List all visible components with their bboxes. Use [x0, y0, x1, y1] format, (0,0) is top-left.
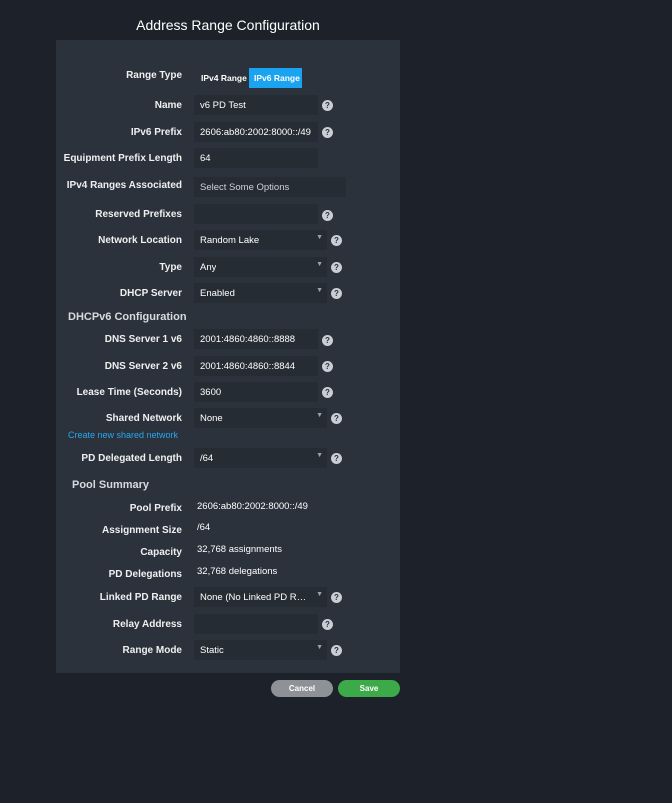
shared-network-label: Shared Network [105, 413, 182, 424]
chevron-down-icon: ▼ [316, 644, 323, 651]
ipv6-prefix-help-icon[interactable]: ? [322, 127, 333, 138]
dhcp-server-help-icon[interactable]: ? [331, 288, 342, 299]
dns-server-2-input[interactable]: 2001:4860:4860::8844 [194, 356, 318, 376]
chevron-down-icon: ▼ [316, 287, 323, 294]
pool-prefix-value: 2606:ab80:2002:8000::/49 [197, 501, 308, 512]
cancel-button[interactable]: Cancel [271, 680, 333, 697]
range-mode-label: Range Mode [122, 645, 182, 656]
lease-time-input[interactable]: 3600 [194, 382, 318, 402]
name-value: v6 PD Test [200, 100, 246, 111]
capacity-label: Capacity [140, 547, 182, 558]
dns-server-2-value: 2001:4860:4860::8844 [200, 361, 296, 372]
range-mode-select[interactable]: Static ▼ [194, 640, 327, 660]
relay-address-help-icon[interactable]: ? [322, 619, 333, 630]
pool-prefix-label: Pool Prefix [129, 503, 182, 514]
relay-address-input[interactable] [194, 614, 318, 634]
ipv4-ranges-placeholder: Select Some Options [200, 182, 290, 193]
type-select[interactable]: Any ▼ [194, 257, 327, 277]
linked-pd-range-value: None (No Linked PD Range) [200, 592, 308, 603]
dns-server-1-label: DNS Server 1 v6 [104, 334, 182, 345]
reserved-prefixes-input[interactable] [194, 204, 318, 224]
network-location-value: Random Lake [200, 235, 260, 246]
chevron-down-icon: ▼ [316, 261, 323, 268]
dialog-title: Address Range Configuration [136, 17, 320, 33]
shared-network-value: None [200, 413, 223, 424]
range-mode-value: Static [200, 645, 224, 656]
name-help-icon[interactable]: ? [322, 100, 333, 111]
pd-delegated-length-help-icon[interactable]: ? [331, 453, 342, 464]
name-input[interactable]: v6 PD Test [194, 95, 318, 115]
type-help-icon[interactable]: ? [331, 262, 342, 273]
type-label: Type [159, 262, 182, 273]
pd-delegated-length-select[interactable]: /64 ▼ [194, 448, 327, 468]
dhcp-server-select[interactable]: Enabled ▼ [194, 283, 327, 303]
reserved-prefixes-label: Reserved Prefixes [95, 209, 182, 220]
dns-server-2-help-icon[interactable]: ? [322, 361, 333, 372]
shared-network-help-icon[interactable]: ? [331, 413, 342, 424]
shared-network-select[interactable]: None ▼ [194, 408, 327, 428]
ipv4-ranges-multiselect[interactable]: Select Some Options [194, 177, 346, 197]
range-mode-help-icon[interactable]: ? [331, 645, 342, 656]
equipment-prefix-length-input[interactable]: 64 [194, 148, 318, 168]
linked-pd-range-label: Linked PD Range [99, 592, 182, 603]
lease-time-help-icon[interactable]: ? [322, 387, 333, 398]
name-label: Name [154, 100, 182, 111]
dns-server-2-label: DNS Server 2 v6 [104, 361, 182, 372]
capacity-value: 32,768 assignments [197, 544, 283, 555]
dns-server-1-help-icon[interactable]: ? [322, 335, 333, 346]
ipv6-prefix-value: 2606:ab80:2002:8000::/49 [200, 127, 311, 138]
pd-delegated-length-label: PD Delegated Length [81, 453, 182, 464]
dhcpv6-section-heading: DHCPv6 Configuration [68, 311, 187, 323]
ipv4-range-toggle[interactable]: IPv4 Range [196, 68, 252, 88]
range-type-label: Range Type [126, 70, 182, 81]
assignment-size-value: /64 [197, 522, 211, 533]
pool-summary-heading: Pool Summary [72, 479, 150, 491]
dhcp-server-label: DHCP Server [119, 288, 182, 299]
equipment-prefix-length-value: 64 [200, 153, 211, 164]
save-button[interactable]: Save [338, 680, 400, 697]
ipv4-ranges-label: IPv4 Ranges Associated [66, 180, 182, 191]
equipment-prefix-length-label: Equipment Prefix Length [63, 153, 182, 164]
create-shared-network-link[interactable]: Create new shared network [68, 430, 178, 440]
chevron-down-icon: ▼ [316, 591, 323, 598]
network-location-help-icon[interactable]: ? [331, 235, 342, 246]
dns-server-1-value: 2001:4860:4860::8888 [200, 334, 296, 345]
relay-address-label: Relay Address [112, 619, 182, 630]
reserved-prefixes-help-icon[interactable]: ? [322, 210, 333, 221]
chevron-down-icon: ▼ [316, 234, 323, 241]
pd-delegations-label: PD Delegations [108, 569, 182, 580]
pd-delegations-value: 32,768 delegations [197, 566, 278, 577]
linked-pd-range-select[interactable]: None (No Linked PD Range) ▼ [194, 587, 327, 607]
dhcp-server-value: Enabled [200, 288, 235, 299]
lease-time-value: 3600 [200, 387, 222, 398]
assignment-size-label: Assignment Size [101, 525, 182, 536]
linked-pd-range-help-icon[interactable]: ? [331, 592, 342, 603]
ipv6-prefix-input[interactable]: 2606:ab80:2002:8000::/49 [194, 122, 318, 142]
lease-time-label: Lease Time (Seconds) [76, 387, 182, 398]
chevron-down-icon: ▼ [316, 452, 323, 459]
type-value: Any [200, 262, 217, 273]
network-location-label: Network Location [98, 235, 182, 246]
ipv6-prefix-label: IPv6 Prefix [130, 127, 182, 138]
network-location-select[interactable]: Random Lake ▼ [194, 230, 327, 250]
ipv6-range-toggle[interactable]: IPv6 Range [249, 68, 302, 88]
pd-delegated-length-value: /64 [200, 453, 214, 464]
chevron-down-icon: ▼ [316, 412, 323, 419]
dns-server-1-input[interactable]: 2001:4860:4860::8888 [194, 329, 318, 349]
